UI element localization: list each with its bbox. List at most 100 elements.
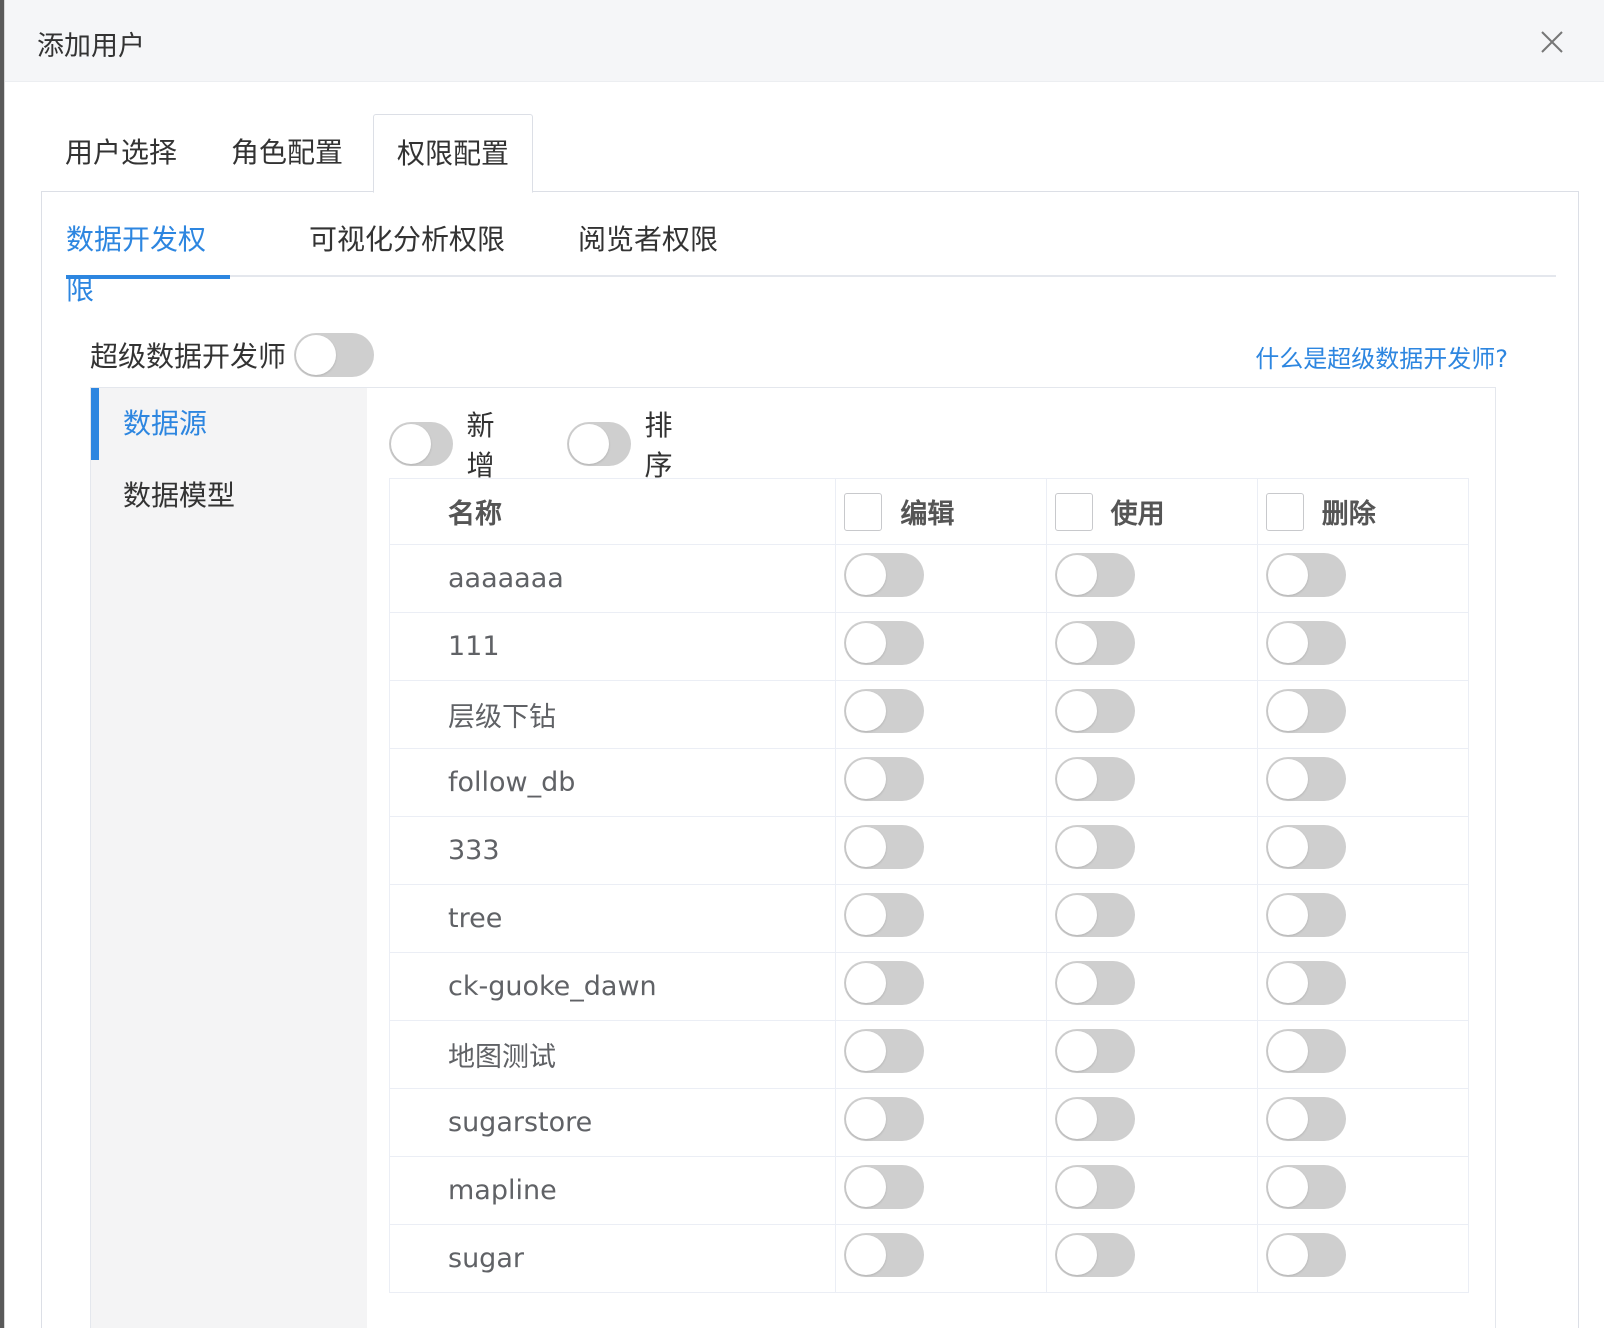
super-developer-help-link[interactable]: 什么是超级数据开发师? [1255, 339, 1508, 374]
edit-switch[interactable] [844, 893, 925, 937]
delete-cell [1256, 884, 1470, 953]
switch-knob [1267, 1167, 1308, 1207]
switch-knob [1056, 623, 1097, 663]
delete-switch[interactable] [1265, 1233, 1346, 1277]
delete-switch[interactable] [1265, 621, 1346, 665]
use-switch[interactable] [1054, 1165, 1135, 1209]
switch-knob [846, 555, 887, 595]
switch-knob [846, 1099, 887, 1139]
delete-switch[interactable] [1265, 689, 1346, 733]
use-switch[interactable] [1054, 1097, 1135, 1141]
sort-label: 排序 [644, 409, 673, 482]
edit-switch[interactable] [844, 621, 925, 665]
edit-switch[interactable] [844, 689, 925, 733]
switch-knob [296, 335, 336, 375]
switch-knob [846, 963, 887, 1003]
edit-cell [835, 1156, 1047, 1225]
edit-switch[interactable] [844, 1233, 925, 1277]
use-switch[interactable] [1054, 961, 1135, 1005]
delete-cell [1256, 952, 1470, 1021]
close-icon [1541, 31, 1563, 53]
table-row: sugarstore [388, 1088, 1470, 1157]
use-cell [1045, 1020, 1258, 1089]
delete-switch[interactable] [1265, 1029, 1346, 1073]
header-delete-label: 删除 [1321, 499, 1376, 530]
switch-knob [1267, 759, 1308, 799]
delete-switch[interactable] [1265, 1165, 1346, 1209]
use-switch[interactable] [1054, 893, 1135, 937]
use-cell [1045, 680, 1258, 749]
edit-cell [835, 884, 1047, 953]
edit-switch[interactable] [844, 961, 925, 1005]
edit-switch[interactable] [844, 1165, 925, 1209]
table-row: 地图测试 [388, 1020, 1470, 1089]
use-all-checkbox[interactable] [1054, 492, 1093, 531]
row-name: follow_db [388, 748, 837, 817]
edit-switch[interactable] [844, 553, 925, 597]
switch-knob [1267, 1099, 1308, 1139]
delete-switch[interactable] [1265, 1097, 1346, 1141]
tab-viewer-permission[interactable]: 阅览者权限 [578, 215, 718, 277]
row-name: sugar [388, 1224, 837, 1293]
side-item-data-model[interactable]: 数据模型 [91, 460, 367, 532]
edit-switch[interactable] [844, 825, 925, 869]
table-row: 层级下钻 [388, 680, 1470, 749]
edit-all-checkbox[interactable] [844, 492, 883, 531]
row-name: 111 [388, 612, 837, 681]
delete-switch[interactable] [1265, 961, 1346, 1005]
table-header-row: 名称 编辑 使用 删除 [388, 478, 1470, 545]
table-row: follow_db [388, 748, 1470, 817]
switch-knob [846, 827, 887, 867]
permission-content: 数据源 数据模型 新增 排序 名称 编辑 使用 删除 aaaaaaa 111 层… [90, 387, 1496, 1328]
dialog-header: 添加用户 [5, 0, 1604, 82]
use-switch[interactable] [1054, 689, 1135, 733]
sort-switch[interactable] [567, 422, 631, 466]
switch-knob [391, 424, 431, 464]
delete-cell [1256, 544, 1470, 613]
toggle-sort: 排序 [567, 409, 689, 482]
add-switch[interactable] [389, 422, 453, 466]
edit-switch[interactable] [844, 1097, 925, 1141]
header-edit: 编辑 [835, 478, 1047, 545]
edit-cell [835, 612, 1047, 681]
secondary-tabs: 数据开发权限 可视化分析权限 阅览者权限 [66, 215, 1556, 306]
dialog-title: 添加用户 [37, 31, 145, 62]
delete-cell [1256, 748, 1470, 817]
switch-knob [846, 623, 887, 663]
edit-switch[interactable] [844, 1029, 925, 1073]
use-cell [1045, 1156, 1258, 1225]
switch-knob [846, 1031, 887, 1071]
delete-all-checkbox[interactable] [1265, 492, 1304, 531]
side-item-data-source[interactable]: 数据源 [91, 388, 367, 460]
use-cell [1045, 952, 1258, 1021]
use-switch[interactable] [1054, 621, 1135, 665]
table-row: 333 [388, 816, 1470, 885]
delete-cell [1256, 816, 1470, 885]
delete-cell [1256, 1088, 1470, 1157]
tab-visual-analysis-permission[interactable]: 可视化分析权限 [309, 215, 505, 277]
tab-data-dev-permission[interactable]: 数据开发权限 [66, 215, 230, 306]
close-button[interactable] [1536, 26, 1568, 58]
delete-cell [1256, 1224, 1470, 1293]
delete-switch[interactable] [1265, 825, 1346, 869]
use-switch[interactable] [1054, 553, 1135, 597]
switch-knob [1056, 555, 1097, 595]
delete-cell [1256, 1156, 1470, 1225]
table-row: sugar [388, 1224, 1470, 1293]
use-switch[interactable] [1054, 825, 1135, 869]
switch-knob [846, 1167, 887, 1207]
edit-cell [835, 816, 1047, 885]
edit-switch[interactable] [844, 757, 925, 801]
delete-switch[interactable] [1265, 757, 1346, 801]
use-switch[interactable] [1054, 757, 1135, 801]
super-developer-switch[interactable] [294, 333, 374, 377]
edit-cell [835, 544, 1047, 613]
delete-switch[interactable] [1265, 553, 1346, 597]
tab-permission-config[interactable]: 权限配置 [373, 114, 533, 193]
tab-role-config[interactable]: 角色配置 [217, 114, 357, 192]
tab-user-select[interactable]: 用户选择 [51, 114, 191, 192]
header-edit-label: 编辑 [900, 499, 955, 530]
use-switch[interactable] [1054, 1233, 1135, 1277]
delete-switch[interactable] [1265, 893, 1346, 937]
use-switch[interactable] [1054, 1029, 1135, 1073]
